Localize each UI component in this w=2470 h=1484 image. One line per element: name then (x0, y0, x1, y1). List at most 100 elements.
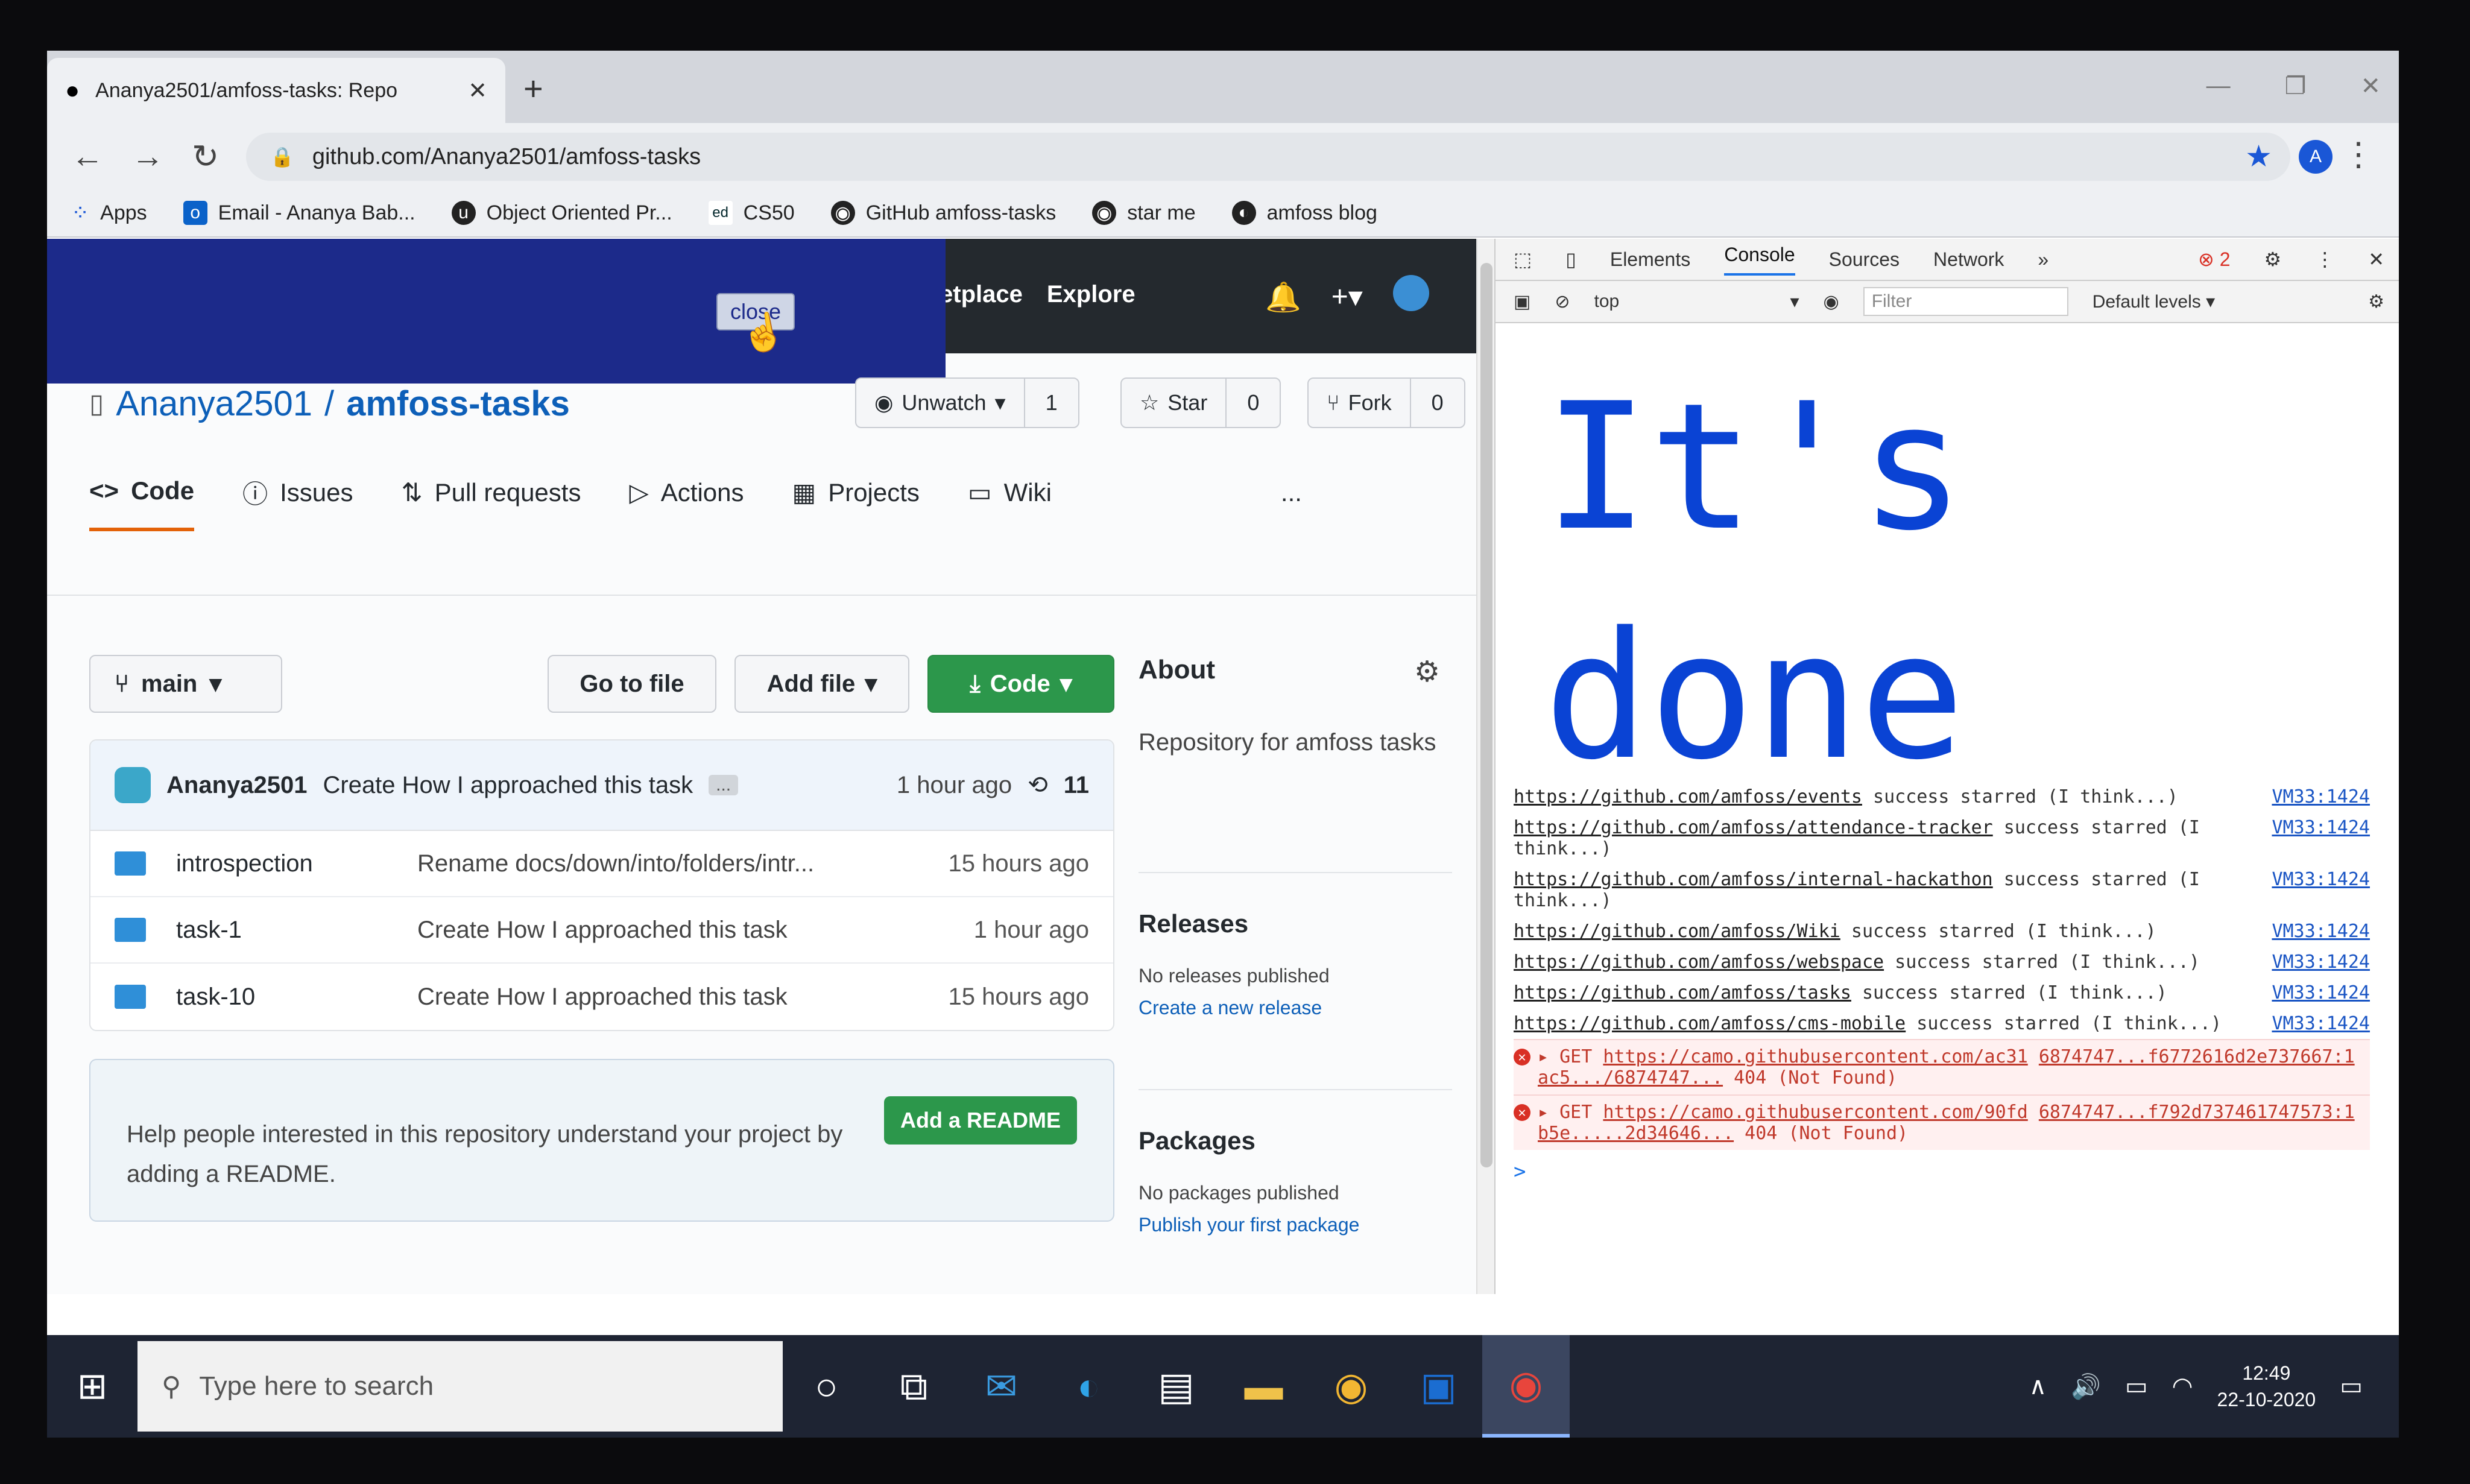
window-close-icon[interactable]: ✕ (2360, 72, 2381, 100)
store-icon[interactable]: ▤ (1132, 1335, 1220, 1438)
log-url[interactable]: https://github.com/amfoss/tasks (1514, 982, 1851, 1003)
log-source[interactable]: VM33:1424 (2272, 921, 2370, 942)
commit-author[interactable]: Ananya2501 (166, 772, 307, 799)
restore-icon[interactable]: ❐ (2285, 72, 2307, 100)
clear-console-icon[interactable]: ⊘ (1555, 291, 1570, 312)
page-scrollbar[interactable] (1476, 239, 1494, 1294)
file-name[interactable]: task-10 (176, 984, 417, 1011)
bookmark-email[interactable]: o Email - Ananya Bab... (183, 201, 415, 225)
packages-title[interactable]: Packages (1139, 1126, 1452, 1155)
tab-code[interactable]: <> Code (89, 474, 195, 531)
context-selector[interactable]: top ▾ (1594, 291, 1799, 312)
log-levels-dropdown[interactable]: Default levels ▾ (2093, 291, 2216, 312)
address-bar[interactable]: 🔒 github.com/Ananya2501/amfoss-tasks (246, 133, 2290, 181)
outlook-icon[interactable]: ▣ (1395, 1335, 1482, 1438)
plus-dropdown-icon[interactable]: +▾ (1331, 280, 1363, 314)
error-url-tail[interactable]: ac5.../6874747... (1538, 1067, 1723, 1088)
bookmark-oop[interactable]: u Object Oriented Pr... (451, 201, 672, 225)
file-name[interactable]: introspection (176, 850, 417, 877)
devtools-tab-sources[interactable]: Sources (1829, 248, 1900, 271)
volume-icon[interactable]: 🔊 (2071, 1372, 2101, 1401)
reload-icon[interactable]: ↻ (192, 137, 219, 175)
bookmark-amfoss-blog[interactable]: ◐ amfoss blog (1231, 201, 1377, 225)
repo-owner[interactable]: Ananya2501 (116, 384, 312, 424)
error-source[interactable]: 6874747...f6772616d2e737667:1 (2039, 1046, 2355, 1067)
eye-icon[interactable]: ◉ (1824, 291, 1839, 312)
forward-icon[interactable]: → (131, 137, 164, 175)
history-icon[interactable]: ⟲ (1028, 771, 1048, 799)
new-tab-icon[interactable]: + (523, 69, 543, 108)
more-tabs-button[interactable]: ... (1281, 474, 1302, 531)
nav-explore[interactable]: Explore (1047, 281, 1136, 308)
bookmark-star-me[interactable]: ◉ star me (1092, 201, 1196, 225)
error-source[interactable]: 6874747...f792d737461747573:1 (2039, 1102, 2355, 1123)
log-source[interactable]: VM33:1424 (2272, 1013, 2370, 1034)
console-prompt[interactable]: > (1514, 1150, 2370, 1184)
taskbar-search[interactable]: ⚲ Type here to search (137, 1341, 783, 1432)
devtools-tab-network[interactable]: Network (1933, 248, 2004, 271)
chrome-active-icon[interactable]: ◉ (1482, 1335, 1570, 1438)
file-row[interactable]: introspection Rename docs/down/into/fold… (90, 831, 1113, 897)
log-url[interactable]: https://github.com/amfoss/cms-mobile (1514, 1013, 1906, 1034)
back-icon[interactable]: ← (71, 137, 104, 175)
cortana-icon[interactable]: ○ (783, 1335, 870, 1438)
mail-icon[interactable]: ✉ (958, 1335, 1045, 1438)
task-view-icon[interactable]: ⧉ (870, 1335, 958, 1438)
inspect-icon[interactable]: ⬚ (1514, 248, 1532, 271)
minimize-icon[interactable]: — (2206, 72, 2231, 100)
tab-projects[interactable]: ▦ Projects (792, 474, 920, 531)
error-url[interactable]: https://camo.githubusercontent.com/ac31 (1603, 1046, 2027, 1067)
repo-name[interactable]: amfoss-tasks (346, 384, 570, 424)
devtools-tab-console[interactable]: Console (1724, 244, 1795, 276)
log-source[interactable]: VM33:1424 (2272, 786, 2370, 807)
log-url[interactable]: https://github.com/amfoss/webspace (1514, 952, 1884, 973)
notification-icon[interactable]: ▭ (2340, 1372, 2363, 1400)
devtools-menu-icon[interactable]: ⋮ (2315, 248, 2334, 271)
code-button[interactable]: ⤓ Code ▾ (927, 655, 1114, 713)
expand-triangle-icon[interactable]: ▸ (1538, 1046, 1549, 1067)
clock[interactable]: 12:49 22-10-2020 (2217, 1360, 2316, 1413)
device-toggle-icon[interactable]: ▯ (1565, 248, 1576, 271)
watch-count[interactable]: 1 (1023, 379, 1078, 427)
bookmark-apps[interactable]: ⁘ Apps (71, 200, 147, 226)
devtools-close-icon[interactable]: ✕ (2368, 248, 2399, 271)
chrome-icon[interactable]: ◉ (1307, 1335, 1395, 1438)
log-url[interactable]: https://github.com/amfoss/attendance-tra… (1514, 817, 1993, 838)
file-commit-message[interactable]: Create How I approached this task (417, 984, 948, 1011)
star-button[interactable]: ☆ Star 0 (1120, 377, 1281, 428)
go-to-file-button[interactable]: Go to file (548, 655, 716, 713)
file-row[interactable]: task-1 Create How I approached this task… (90, 897, 1113, 964)
file-explorer-icon[interactable]: ▬ (1220, 1335, 1307, 1438)
log-source[interactable]: VM33:1424 (2272, 952, 2370, 973)
file-commit-message[interactable]: Rename docs/down/into/folders/intr... (417, 850, 948, 877)
commit-count[interactable]: 11 (1064, 772, 1089, 799)
fork-count[interactable]: 0 (1409, 379, 1464, 427)
bookmark-cs50[interactable]: ed CS50 (708, 201, 795, 225)
add-file-button[interactable]: Add file ▾ (734, 655, 909, 713)
battery-icon[interactable]: ▭ (2125, 1372, 2148, 1400)
settings-icon[interactable]: ⚙ (2264, 248, 2282, 271)
devtools-tab-elements[interactable]: Elements (1610, 248, 1690, 271)
tab-issues[interactable]: ⓘ Issues (242, 474, 353, 531)
create-release-link[interactable]: Create a new release (1139, 997, 1452, 1019)
unwatch-button[interactable]: ◉ Unwatch ▾ 1 (855, 377, 1079, 428)
commit-message[interactable]: Create How I approached this task (323, 772, 693, 799)
log-url[interactable]: https://github.com/amfoss/internal-hacka… (1514, 869, 1993, 890)
publish-package-link[interactable]: Publish your first package (1139, 1214, 1452, 1236)
releases-title[interactable]: Releases (1139, 909, 1452, 938)
star-count[interactable]: 0 (1225, 379, 1280, 427)
tab-close-icon[interactable]: ✕ (468, 77, 487, 104)
user-avatar[interactable] (1392, 275, 1429, 318)
error-count-badge[interactable]: ⊗ 2 (2198, 248, 2231, 271)
console-filter-input[interactable]: Filter (1863, 287, 2068, 316)
sidebar-toggle-icon[interactable]: ▣ (1514, 291, 1530, 312)
chrome-menu-icon[interactable]: ⋮ (2342, 135, 2375, 173)
bookmark-github-tasks[interactable]: ◉ GitHub amfoss-tasks (830, 201, 1056, 225)
expand-triangle-icon[interactable]: ▸ (1538, 1102, 1549, 1123)
log-source[interactable]: VM33:1424 (2272, 817, 2370, 859)
console-settings-icon[interactable]: ⚙ (2368, 291, 2399, 312)
log-url[interactable]: https://github.com/amfoss/Wiki (1514, 921, 1840, 942)
browser-tab[interactable]: ● Ananya2501/amfoss-tasks: Repo ✕ (47, 58, 505, 123)
bookmark-star-icon[interactable]: ★ (2245, 139, 2272, 174)
nav-marketplace[interactable]: etplace (940, 281, 1023, 308)
